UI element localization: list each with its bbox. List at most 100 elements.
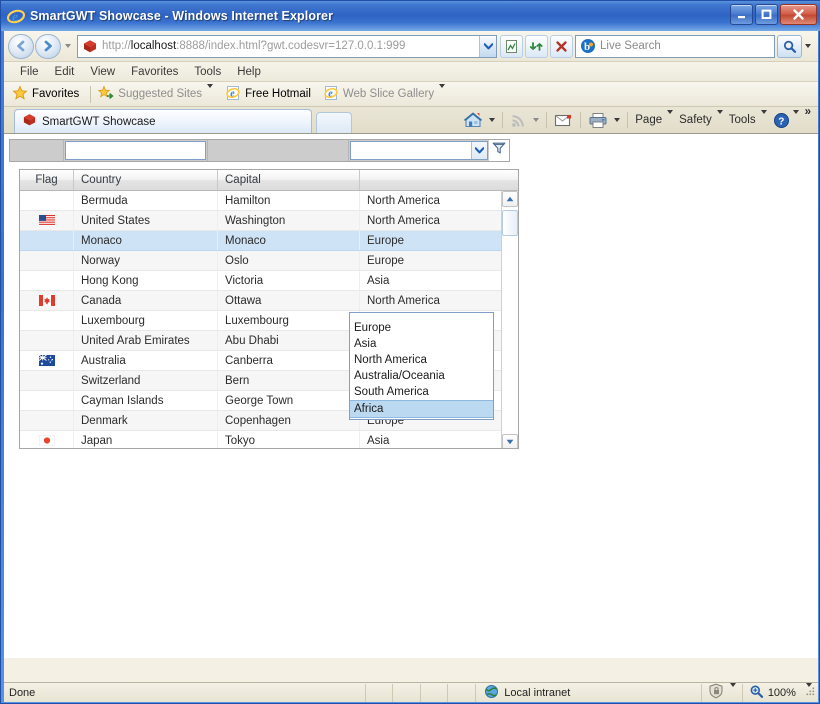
continent-picklist[interactable]: Europe Asia North America Australia/Oceania… bbox=[349, 312, 494, 420]
menu-edit[interactable]: Edit bbox=[47, 65, 83, 79]
chevron-down-icon[interactable] bbox=[439, 84, 446, 100]
maximize-button[interactable] bbox=[755, 4, 778, 25]
table-row[interactable]: United States Washington North America bbox=[20, 211, 518, 231]
column-header-capital[interactable]: Capital bbox=[218, 170, 360, 190]
chevron-down-icon[interactable] bbox=[729, 682, 736, 699]
compatibility-view-button[interactable] bbox=[500, 34, 523, 58]
refresh-button[interactable] bbox=[525, 34, 548, 58]
help-button[interactable]: ? bbox=[770, 110, 802, 129]
suggested-sites-button[interactable]: Suggested Sites bbox=[98, 84, 214, 104]
scroll-down-icon[interactable] bbox=[502, 434, 518, 448]
minimize-button[interactable] bbox=[730, 4, 753, 25]
close-button[interactable] bbox=[780, 4, 817, 25]
tools-menu-label: Tools bbox=[728, 114, 756, 126]
home-dropdown-button[interactable] bbox=[486, 118, 498, 122]
print-button[interactable] bbox=[585, 112, 611, 129]
read-mail-button[interactable] bbox=[551, 113, 576, 128]
filter-button[interactable] bbox=[489, 140, 509, 161]
cell-capital: Ottawa bbox=[218, 291, 360, 310]
column-header-country[interactable]: Country bbox=[74, 170, 218, 190]
resize-grip[interactable] bbox=[804, 685, 816, 700]
scroll-up-icon[interactable] bbox=[502, 191, 518, 207]
table-row[interactable]: Canada Ottawa North America bbox=[20, 291, 518, 311]
cell-country: Japan bbox=[74, 431, 218, 448]
print-dropdown-button[interactable] bbox=[611, 118, 623, 122]
menu-tools[interactable]: Tools bbox=[186, 65, 229, 79]
ie-logo-icon: e bbox=[6, 7, 26, 25]
command-separator bbox=[580, 112, 582, 128]
svg-text:b: b bbox=[584, 41, 590, 53]
picklist-item-north-america[interactable]: North America bbox=[350, 352, 493, 368]
picklist-item-south-america[interactable]: South America bbox=[350, 384, 493, 400]
tab-smartgwt-showcase[interactable]: SmartGWT Showcase bbox=[14, 109, 312, 133]
country-filter-input[interactable] bbox=[64, 141, 206, 160]
favorites-button[interactable]: Favorites bbox=[12, 84, 80, 104]
search-options-button[interactable] bbox=[802, 35, 814, 58]
protected-mode-icon bbox=[708, 683, 725, 702]
menu-view[interactable]: View bbox=[82, 65, 123, 79]
cell-flag bbox=[20, 371, 74, 390]
feeds-button[interactable] bbox=[507, 112, 530, 129]
command-bar: Page Safety Tools ? » bbox=[460, 106, 814, 132]
cell-flag bbox=[20, 271, 74, 290]
menu-favorites[interactable]: Favorites bbox=[123, 65, 186, 79]
search-input[interactable]: Live Search bbox=[600, 40, 661, 52]
home-button[interactable] bbox=[460, 111, 486, 129]
tools-menu-button[interactable]: Tools bbox=[726, 110, 770, 126]
svg-text:e: e bbox=[328, 88, 333, 99]
picklist-item-europe[interactable]: Europe bbox=[350, 320, 493, 336]
table-row[interactable]: Norway Oslo Europe bbox=[20, 251, 518, 271]
free-hotmail-button[interactable]: e Free Hotmail bbox=[225, 85, 311, 104]
grid-vertical-scrollbar[interactable] bbox=[501, 191, 518, 448]
page-menu-button[interactable]: Page bbox=[632, 110, 676, 126]
address-dropdown-button[interactable] bbox=[479, 35, 496, 57]
zoom-label: 100% bbox=[767, 686, 796, 699]
cell-country: Bermuda bbox=[74, 191, 218, 210]
table-row[interactable]: Monaco Monaco Europe bbox=[20, 231, 518, 251]
command-overflow-button[interactable]: » bbox=[802, 106, 814, 118]
back-button[interactable] bbox=[8, 33, 34, 59]
tab-strip: SmartGWT Showcase Page Safety Tools ? » bbox=[4, 106, 818, 133]
chevron-down-icon bbox=[792, 110, 799, 126]
web-slice-gallery-button[interactable]: e Web Slice Gallery bbox=[323, 84, 446, 104]
chevron-down-icon bbox=[716, 110, 723, 126]
star-icon bbox=[12, 84, 28, 104]
chevron-down-icon bbox=[760, 110, 767, 126]
cell-flag bbox=[20, 191, 74, 210]
continent-filter-select[interactable] bbox=[350, 141, 489, 160]
chevron-down-icon bbox=[667, 110, 674, 126]
picklist-item-africa[interactable]: Africa bbox=[350, 400, 493, 418]
chevron-down-icon[interactable] bbox=[471, 142, 488, 159]
column-header-flag[interactable]: Flag bbox=[20, 170, 74, 190]
stop-button[interactable] bbox=[550, 34, 573, 58]
forward-button[interactable] bbox=[35, 33, 61, 59]
cell-continent: Europe bbox=[367, 234, 405, 247]
column-header-continent[interactable] bbox=[360, 170, 502, 190]
favorites-label: Favorites bbox=[32, 88, 80, 100]
title-bar: e SmartGWT Showcase - Windows Internet E… bbox=[1, 1, 820, 31]
picklist-item-asia[interactable]: Asia bbox=[350, 336, 493, 352]
address-bar[interactable]: http://localhost:8888/index.html?gwt.cod… bbox=[77, 34, 497, 58]
chevron-down-icon[interactable] bbox=[207, 84, 214, 100]
picklist-item-australia-oceania[interactable]: Australia/Oceania bbox=[350, 368, 493, 384]
scrollbar-thumb[interactable] bbox=[502, 210, 518, 236]
recent-pages-button[interactable] bbox=[61, 34, 75, 59]
cell-continent: North America bbox=[367, 214, 440, 227]
cell-continent: Asia bbox=[367, 434, 390, 447]
table-row[interactable]: Bermuda Hamilton North America bbox=[20, 191, 518, 211]
safety-menu-button[interactable]: Safety bbox=[676, 110, 726, 126]
page-viewport: Flag Country Capital Bermuda Hamilton Nort… bbox=[4, 133, 818, 658]
new-tab-button[interactable] bbox=[316, 112, 352, 133]
search-box[interactable]: b Live Search bbox=[575, 34, 775, 58]
menu-help[interactable]: Help bbox=[229, 65, 269, 79]
cell-flag bbox=[20, 291, 74, 310]
grid-header-row: Flag Country Capital bbox=[20, 170, 518, 191]
protected-mode-button[interactable] bbox=[702, 682, 742, 702]
menu-file[interactable]: File bbox=[12, 65, 47, 79]
search-button[interactable] bbox=[777, 34, 802, 58]
table-row[interactable]: Hong Kong Victoria Asia bbox=[20, 271, 518, 291]
feeds-dropdown-button[interactable] bbox=[530, 118, 542, 122]
security-zone-button[interactable]: Local intranet bbox=[476, 684, 701, 702]
filter-cell-continent bbox=[349, 140, 490, 161]
table-row[interactable]: Japan Tokyo Asia bbox=[20, 431, 518, 448]
